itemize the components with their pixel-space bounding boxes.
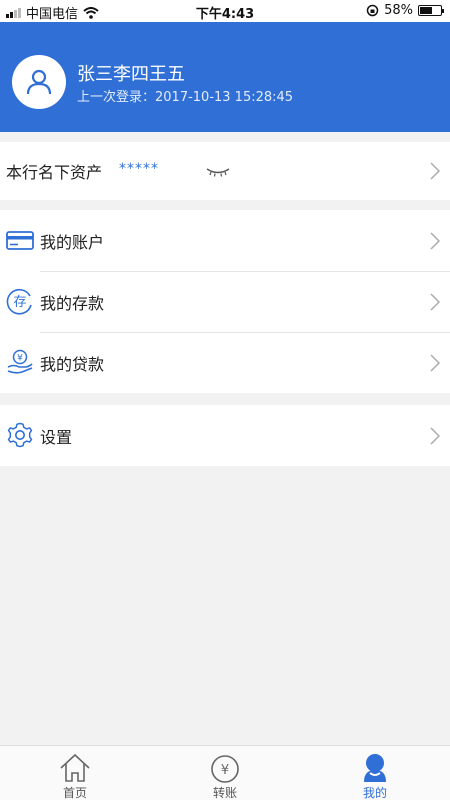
home-icon xyxy=(60,753,90,782)
menu-item-deposit[interactable]: 存 我的存款 xyxy=(0,271,450,332)
chevron-right-icon xyxy=(430,293,440,311)
battery-percent: 58% xyxy=(384,3,413,18)
profile-header[interactable]: 张三李四王五 上一次登录：2017-10-13 15:28:45 xyxy=(0,22,450,132)
tab-transfer[interactable]: ¥ 转账 xyxy=(150,746,300,800)
menu-item-label: 我的存款 xyxy=(40,293,105,313)
svg-text:¥: ¥ xyxy=(221,763,229,778)
user-icon xyxy=(26,69,52,95)
deposit-icon: 存 xyxy=(6,289,32,315)
chevron-right-icon xyxy=(430,232,440,250)
tab-home[interactable]: 首页 xyxy=(0,746,150,800)
user-name: 张三李四王五 xyxy=(77,64,185,85)
svg-text:存: 存 xyxy=(13,295,26,310)
menu-item-account[interactable]: 我的账户 xyxy=(0,210,450,271)
last-login-text: 上一次登录：2017-10-13 15:28:45 xyxy=(77,90,294,105)
orientation-lock-icon xyxy=(366,4,379,17)
menu-item-settings[interactable]: 设置 xyxy=(0,405,450,466)
tab-label: 我的 xyxy=(362,786,387,800)
assets-card: 本行名下资产 ***** xyxy=(0,142,450,200)
profile-tab-icon xyxy=(364,754,386,782)
gear-icon xyxy=(7,422,33,448)
settings-card: 设置 xyxy=(0,405,450,466)
assets-masked-value: ***** xyxy=(119,161,159,177)
avatar[interactable] xyxy=(12,55,66,109)
tab-bar: 首页 ¥ 转账 我的 xyxy=(0,745,450,800)
card-icon xyxy=(6,231,34,250)
tab-mine[interactable]: 我的 xyxy=(300,746,450,800)
tab-label: 首页 xyxy=(62,786,87,800)
assets-label: 本行名下资产 xyxy=(6,163,103,182)
chevron-right-icon xyxy=(430,162,440,180)
menu-item-label: 我的账户 xyxy=(40,232,105,252)
transfer-yen-icon: ¥ xyxy=(211,755,239,783)
assets-row[interactable]: 本行名下资产 ***** xyxy=(0,142,450,200)
svg-text:¥: ¥ xyxy=(17,354,23,364)
menu-item-loan[interactable]: ¥ 我的贷款 xyxy=(0,332,450,393)
chevron-right-icon xyxy=(430,427,440,445)
menu-item-label: 我的贷款 xyxy=(40,354,105,374)
status-bar: 中国电信 下午4:43 58% xyxy=(0,0,450,22)
chevron-right-icon xyxy=(430,354,440,372)
menu-card: 我的账户 存 我的存款 ¥ 我的贷款 xyxy=(0,210,450,393)
settings-label: 设置 xyxy=(40,427,73,447)
tab-label: 转账 xyxy=(212,786,237,800)
loan-hand-coin-icon: ¥ xyxy=(7,349,33,374)
battery-icon xyxy=(418,5,444,16)
eye-closed-icon[interactable] xyxy=(205,166,231,178)
